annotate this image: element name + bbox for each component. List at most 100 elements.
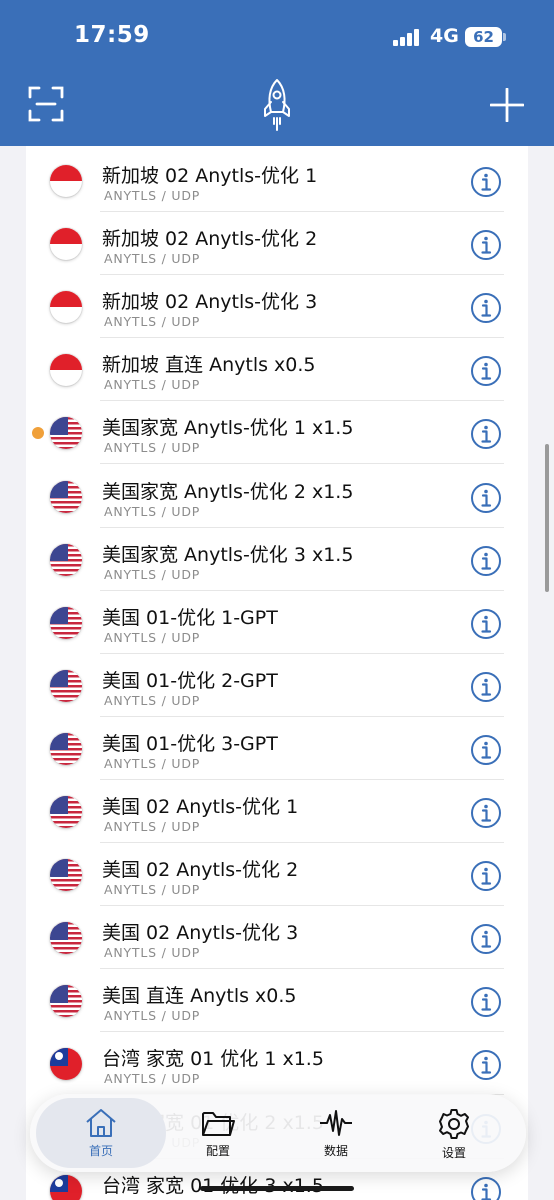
row-divider	[100, 274, 504, 276]
nav-bar	[0, 72, 554, 146]
flag-sg-icon	[50, 228, 82, 261]
info-icon[interactable]	[470, 797, 502, 829]
home-indicator	[200, 1186, 354, 1191]
flag-us-icon	[50, 859, 82, 892]
scan-icon[interactable]	[28, 86, 64, 122]
row-divider	[100, 337, 504, 339]
node-title: 美国家宽 Anytls-优化 1 x1.5	[102, 417, 354, 440]
node-row[interactable]: 美国家宽 Anytls-优化 3 x1.5 ANYTLS / UDP	[26, 539, 528, 602]
flag-tw-icon	[50, 1048, 82, 1081]
node-protocol: ANYTLS / UDP	[104, 377, 201, 393]
rocket-icon[interactable]	[259, 78, 295, 134]
node-title: 新加坡 直连 Anytls x0.5	[102, 354, 316, 377]
node-row[interactable]: 美国 01-优化 2-GPT ANYTLS / UDP	[26, 665, 528, 728]
info-icon[interactable]	[470, 292, 502, 324]
node-row[interactable]: 美国 01-优化 1-GPT ANYTLS / UDP	[26, 602, 528, 665]
flag-us-icon	[50, 480, 82, 513]
tab-home-label: 首页	[88, 1144, 113, 1158]
node-row[interactable]: 美国家宽 Anytls-优化 2 x1.5 ANYTLS / UDP	[26, 476, 528, 539]
tab-data[interactable]: 数据	[276, 1098, 396, 1168]
node-title: 美国 02 Anytls-优化 1	[102, 796, 299, 818]
tab-settings[interactable]: 设置	[394, 1098, 514, 1168]
battery-cap	[503, 33, 506, 41]
tab-config[interactable]: 配置	[158, 1098, 278, 1168]
flag-us-icon	[50, 796, 82, 828]
row-divider	[100, 778, 504, 780]
row-divider	[100, 400, 504, 402]
info-icon[interactable]	[470, 860, 502, 892]
scrollbar[interactable]	[545, 444, 549, 592]
info-icon[interactable]	[470, 1049, 502, 1081]
node-title: 台湾 家宽 01 优化 3 x1.5	[102, 1174, 324, 1197]
flag-us-icon	[50, 669, 82, 702]
node-title: 美国 02 Anytls-优化 3	[102, 922, 299, 945]
node-title: 新加坡 02 Anytls-优化 3	[102, 291, 318, 314]
info-icon[interactable]	[470, 671, 502, 703]
node-title: 美国 01-优化 3-GPT	[102, 732, 278, 755]
row-divider	[100, 968, 504, 970]
node-protocol: ANYTLS / UDP	[104, 1008, 201, 1024]
node-protocol: ANYTLS / UDP	[104, 251, 201, 267]
node-title: 美国 01-优化 2-GPT	[102, 669, 278, 692]
node-protocol: ANYTLS / UDP	[104, 629, 201, 645]
network-type: 4G	[430, 25, 459, 47]
node-protocol: ANYTLS / UDP	[104, 945, 201, 961]
activity-icon	[320, 1110, 352, 1136]
node-title: 美国家宽 Anytls-优化 2 x1.5	[102, 480, 354, 503]
flag-tw-icon	[50, 1174, 82, 1200]
node-row[interactable]: 美国 01-优化 3-GPT ANYTLS / UDP	[26, 728, 528, 791]
node-row[interactable]: 美国 02 Anytls-优化 2 ANYTLS / UDP	[26, 854, 528, 917]
tab-bar: 首页 配置 数据 设置	[30, 1094, 526, 1172]
node-protocol: ANYTLS / UDP	[104, 692, 201, 708]
flag-us-icon	[50, 543, 82, 576]
info-icon[interactable]	[470, 986, 502, 1018]
node-row[interactable]: 新加坡 02 Anytls-优化 1 ANYTLS / UDP	[26, 160, 528, 223]
node-row[interactable]: 美国 02 Anytls-优化 3 ANYTLS / UDP	[26, 917, 528, 980]
row-divider	[100, 652, 504, 654]
info-icon[interactable]	[470, 355, 502, 387]
node-title: 台湾 家宽 01 优化 1 x1.5	[102, 1048, 324, 1071]
info-icon[interactable]	[470, 166, 502, 198]
tab-home[interactable]: 首页	[36, 1098, 166, 1168]
flag-sg-icon	[50, 354, 82, 387]
node-protocol: ANYTLS / UDP	[104, 314, 201, 330]
node-protocol: ANYTLS / UDP	[104, 440, 201, 456]
info-icon[interactable]	[470, 482, 502, 514]
row-divider	[100, 463, 504, 465]
selected-indicator	[32, 427, 44, 440]
info-icon[interactable]	[470, 734, 502, 766]
info-icon[interactable]	[470, 418, 502, 450]
node-row[interactable]: 美国 直连 Anytls x0.5 ANYTLS / UDP	[26, 980, 528, 1043]
node-title: 新加坡 02 Anytls-优化 1	[102, 165, 318, 187]
info-icon[interactable]	[470, 1176, 502, 1200]
status-time: 17:59	[74, 22, 150, 48]
node-protocol: ANYTLS / UDP	[104, 819, 201, 834]
node-row[interactable]: 新加坡 02 Anytls-优化 2 ANYTLS / UDP	[26, 223, 528, 286]
flag-us-icon	[50, 922, 82, 955]
node-protocol: ANYTLS / UDP	[104, 882, 201, 898]
home-icon	[86, 1109, 116, 1137]
battery-icon: 62	[465, 27, 502, 47]
node-row[interactable]: 台湾 家宽 01 优化 3 x1.5ANYTLS / UDP	[26, 1170, 528, 1200]
signal-strength-icon	[393, 28, 423, 46]
add-icon[interactable]	[490, 88, 524, 122]
info-icon[interactable]	[470, 545, 502, 577]
node-protocol: ANYTLS / UDP	[104, 188, 201, 203]
gear-icon	[439, 1109, 469, 1139]
node-title: 美国 02 Anytls-优化 2	[102, 859, 299, 882]
flag-us-icon	[50, 417, 82, 450]
info-icon[interactable]	[470, 923, 502, 955]
row-divider	[100, 842, 504, 843]
node-row[interactable]: 新加坡 02 Anytls-优化 3 ANYTLS / UDP	[26, 286, 528, 349]
node-protocol: ANYTLS / UDP	[104, 566, 201, 582]
info-icon[interactable]	[470, 229, 502, 261]
row-divider	[100, 526, 504, 528]
node-row[interactable]: 美国 02 Anytls-优化 1 ANYTLS / UDP	[26, 791, 528, 854]
info-icon[interactable]	[470, 608, 502, 640]
node-row[interactable]: 新加坡 直连 Anytls x0.5 ANYTLS / UDP	[26, 349, 528, 412]
flag-sg-icon	[50, 165, 82, 197]
node-title: 美国 直连 Anytls x0.5	[102, 985, 297, 1008]
node-protocol: ANYTLS / UDP	[104, 503, 201, 519]
status-bar: 17:59 4G 62	[0, 0, 554, 72]
node-row[interactable]: 美国家宽 Anytls-优化 1 x1.5 ANYTLS / UDP	[26, 412, 528, 475]
